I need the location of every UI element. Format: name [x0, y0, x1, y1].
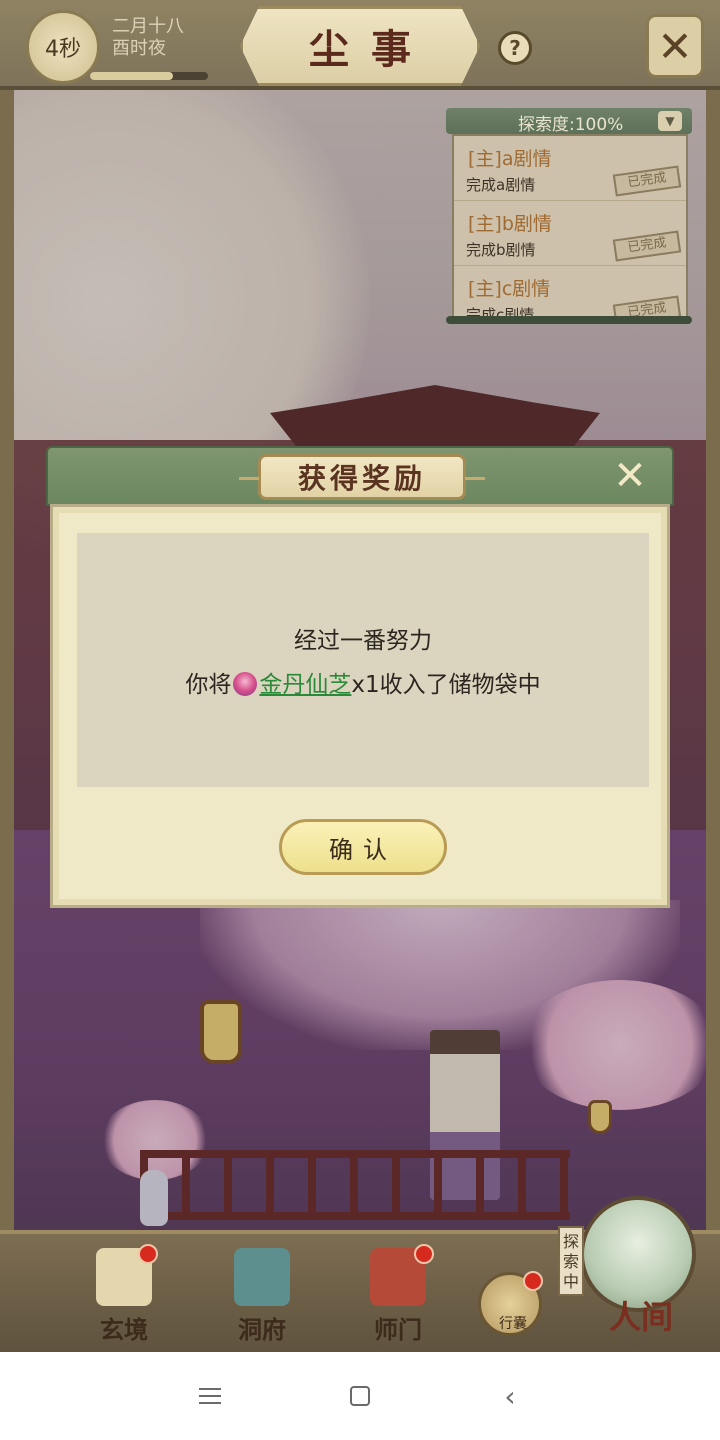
quest-panel: 探索度:100% ▼ [主]a剧情 完成a剧情 已完成 [主]b剧情 完成b剧情… [446, 108, 692, 324]
quest-panel-header: 探索度:100% ▼ [446, 108, 692, 135]
recent-apps-button[interactable] [190, 1376, 230, 1416]
right-frame [706, 90, 720, 1230]
date-line-1: 二月十八 [112, 16, 184, 37]
bag-label: 行囊 [499, 1316, 527, 1332]
system-nav-bar: ‹ [0, 1352, 720, 1440]
quest-title: [主]a剧情 [468, 148, 552, 170]
countdown-badge: 4秒 [26, 10, 100, 84]
exploring-tag: 探索中 [558, 1226, 584, 1296]
title-plaque: 尘事 [240, 6, 480, 86]
nav-label: 玄境 [100, 1315, 148, 1344]
bag-button[interactable]: 行囊 [478, 1271, 543, 1336]
quest-item[interactable]: [主]b剧情 完成b剧情 已完成 [454, 201, 686, 266]
quest-desc: 完成b剧情 [466, 241, 536, 259]
dialog-body: 经过一番努力 你将 金丹仙芝x1收入了储物袋中 确认 [50, 504, 670, 908]
help-button[interactable]: ? [498, 31, 532, 65]
page-title: 尘事 [309, 26, 433, 73]
dialog-header: 获得奖励 ✕ [46, 446, 674, 506]
time-progress-fill [90, 72, 173, 80]
quest-desc: 完成a剧情 [466, 176, 536, 194]
nav-item-shimen[interactable]: 师门 [350, 1244, 446, 1348]
exploration-progress: 探索度:100% [518, 115, 624, 135]
nav-item-dongfu[interactable]: 洞府 [214, 1244, 310, 1348]
message-box: 经过一番努力 你将 金丹仙芝x1收入了储物袋中 [77, 533, 649, 787]
home-icon [350, 1386, 370, 1406]
completed-stamp: 已完成 [612, 165, 682, 197]
game-date: 二月十八 酉时夜 [112, 16, 222, 60]
quest-item[interactable]: [主]a剧情 完成a剧情 已完成 [454, 136, 686, 201]
quest-panel-bottom-rod [446, 316, 692, 324]
confirm-button[interactable]: 确认 [279, 819, 447, 875]
back-chevron-icon: ‹ [504, 1379, 516, 1413]
home-button[interactable] [340, 1376, 380, 1416]
dialog-title: 获得奖励 [297, 462, 426, 495]
date-line-2: 酉时夜 [112, 38, 166, 59]
item-quantity: x1 [351, 672, 380, 698]
chevron-down-icon[interactable]: ▼ [658, 111, 682, 131]
nav-item-xuanjing[interactable]: 玄境 [76, 1244, 172, 1348]
quest-title: [主]c剧情 [468, 278, 551, 300]
quest-title: [主]b剧情 [468, 213, 552, 235]
lantern-house-icon [234, 1248, 290, 1306]
completed-stamp: 已完成 [612, 230, 682, 262]
quest-item[interactable]: [主]c剧情 完成c剧情 已完成 [454, 266, 686, 318]
dialog-title-plaque: 获得奖励 [239, 454, 485, 500]
close-icon: ✕ [657, 21, 693, 71]
notification-badge [414, 1244, 434, 1264]
notification-badge [138, 1244, 158, 1264]
message-line-2: 你将 金丹仙芝x1收入了储物袋中 [77, 665, 649, 699]
reward-dialog: 获得奖励 ✕ 经过一番努力 你将 金丹仙芝x1收入了储物袋中 确认 [46, 446, 674, 910]
dialog-close-button[interactable]: ✕ [606, 452, 654, 500]
notification-badge [523, 1271, 543, 1291]
quest-list[interactable]: [主]a剧情 完成a剧情 已完成 [主]b剧情 完成b剧情 已完成 [主]c剧情… [452, 134, 688, 320]
menu-icon [199, 1388, 221, 1404]
world-button[interactable]: 探索中 人间 [558, 1196, 700, 1336]
nav-label: 师门 [374, 1315, 422, 1344]
nav-label: 洞府 [238, 1315, 286, 1344]
top-bar: 4秒 二月十八 酉时夜 尘事 ? ✕ [0, 0, 720, 90]
world-label: 人间 [608, 1298, 673, 1336]
question-icon: ? [509, 36, 521, 60]
message-prefix: 你将 [185, 672, 232, 698]
lingzhi-item-icon [233, 672, 258, 696]
close-icon: ✕ [613, 453, 647, 499]
left-frame [0, 90, 14, 1230]
item-name-link[interactable]: 金丹仙芝 [259, 672, 351, 698]
message-line-1: 经过一番努力 [294, 628, 432, 654]
message-suffix: 收入了储物袋中 [379, 672, 541, 698]
back-button[interactable]: ‹ [490, 1376, 530, 1416]
time-progress-bar [90, 72, 208, 80]
close-scene-button[interactable]: ✕ [646, 14, 704, 78]
